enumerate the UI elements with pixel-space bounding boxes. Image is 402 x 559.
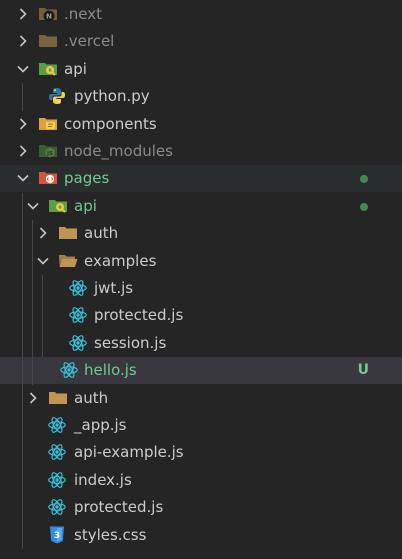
explorer-item-label: auth [74, 388, 109, 407]
explorer-folder-components[interactable]: components [0, 111, 402, 138]
explorer-item-label: api-example.js [74, 443, 184, 462]
explorer-folder-next[interactable]: N .next [0, 1, 402, 28]
git-status-badge: U [357, 362, 369, 379]
explorer-item-label: .vercel [64, 32, 115, 51]
indent-guide [32, 220, 33, 385]
explorer-item-label: node_modules [64, 142, 173, 160]
react-icon [47, 497, 67, 517]
explorer-file-hello-js[interactable]: hello.js U [0, 357, 402, 385]
explorer-folder-pages[interactable]: pages [0, 165, 402, 193]
svg-text:3: 3 [54, 531, 60, 541]
explorer-folder-auth[interactable]: auth [0, 220, 402, 247]
folder-open-icon [58, 251, 78, 271]
chevron-right-icon[interactable] [16, 117, 30, 131]
indent-guide [22, 83, 23, 111]
explorer-item-label: python.py [74, 87, 150, 106]
folder-icon [48, 388, 68, 408]
react-icon [47, 470, 67, 490]
react-icon [59, 360, 79, 380]
explorer-folder-node-modules[interactable]: JS node_modules [0, 138, 402, 165]
chevron-down-icon[interactable] [36, 254, 50, 268]
git-modified-dot [360, 202, 368, 211]
chevron-right-icon[interactable] [26, 391, 40, 405]
indent-guide [22, 192, 23, 549]
explorer-file-session-js[interactable]: session.js [0, 330, 402, 357]
explorer-item-label: index.js [74, 470, 132, 489]
explorer-file-jwt-js[interactable]: jwt.js [0, 275, 402, 302]
chevron-down-icon[interactable] [16, 171, 30, 185]
node-folder-icon: JS [38, 141, 58, 161]
explorer-item-label: components [64, 114, 157, 133]
explorer-file-api-example-js[interactable]: api-example.js [0, 439, 402, 466]
explorer-item-label: api [74, 196, 97, 215]
git-modified-dot [360, 175, 368, 184]
folder-icon [38, 31, 58, 51]
explorer-item-label: styles.css [74, 525, 147, 544]
pages-folder-icon [38, 168, 58, 188]
react-icon [68, 333, 88, 353]
components-folder-icon [38, 114, 58, 134]
explorer-item-label: pages [64, 169, 110, 188]
explorer-file-styles-css[interactable]: 3 styles.css [0, 522, 402, 549]
explorer-file-protected-js[interactable]: protected.js [0, 302, 402, 329]
explorer-item-label: .next [64, 5, 102, 23]
api-folder-icon [38, 59, 58, 79]
explorer-item-label: jwt.js [94, 279, 134, 297]
chevron-right-icon[interactable] [16, 34, 30, 48]
chevron-right-icon[interactable] [36, 226, 50, 240]
explorer-item-label: hello.js [84, 361, 137, 380]
explorer-item-label: session.js [94, 333, 167, 352]
explorer-folder-auth[interactable]: auth [0, 385, 402, 412]
folder-icon [58, 223, 78, 243]
chevron-down-icon[interactable] [26, 199, 40, 213]
chevron-right-icon[interactable] [16, 144, 30, 158]
explorer-item-label: examples [84, 251, 157, 270]
indent-guide [42, 275, 43, 358]
react-icon [47, 415, 67, 435]
chevron-down-icon[interactable] [16, 62, 30, 76]
explorer-item-label: protected.js [94, 306, 184, 325]
explorer-item-label: api [64, 59, 87, 78]
explorer-file-python-py[interactable]: python.py [0, 83, 402, 110]
explorer-folder-api[interactable]: api [0, 56, 402, 83]
css-icon: 3 [47, 525, 67, 545]
python-icon [47, 86, 67, 106]
file-explorer-tree: N .next .vercel api python.py components JS nod… [0, 0, 402, 559]
react-icon [68, 305, 88, 325]
explorer-file-protected-js[interactable]: protected.js [0, 494, 402, 521]
explorer-file-app-js[interactable]: _app.js [0, 412, 402, 439]
explorer-item-label: protected.js [74, 498, 164, 517]
explorer-item-label: _app.js [74, 416, 127, 434]
api-folder-icon [48, 196, 68, 216]
explorer-item-label: auth [84, 224, 119, 243]
explorer-folder-vercel[interactable]: .vercel [0, 28, 402, 55]
svg-text:N: N [46, 13, 52, 21]
chevron-right-icon[interactable] [16, 7, 30, 21]
explorer-folder-api[interactable]: api [0, 193, 402, 220]
react-icon [47, 442, 67, 462]
react-icon [68, 278, 88, 298]
explorer-folder-examples[interactable]: examples [0, 248, 402, 275]
next-folder-icon: N [38, 4, 58, 24]
svg-text:JS: JS [46, 151, 53, 157]
explorer-file-index-js[interactable]: index.js [0, 467, 402, 494]
